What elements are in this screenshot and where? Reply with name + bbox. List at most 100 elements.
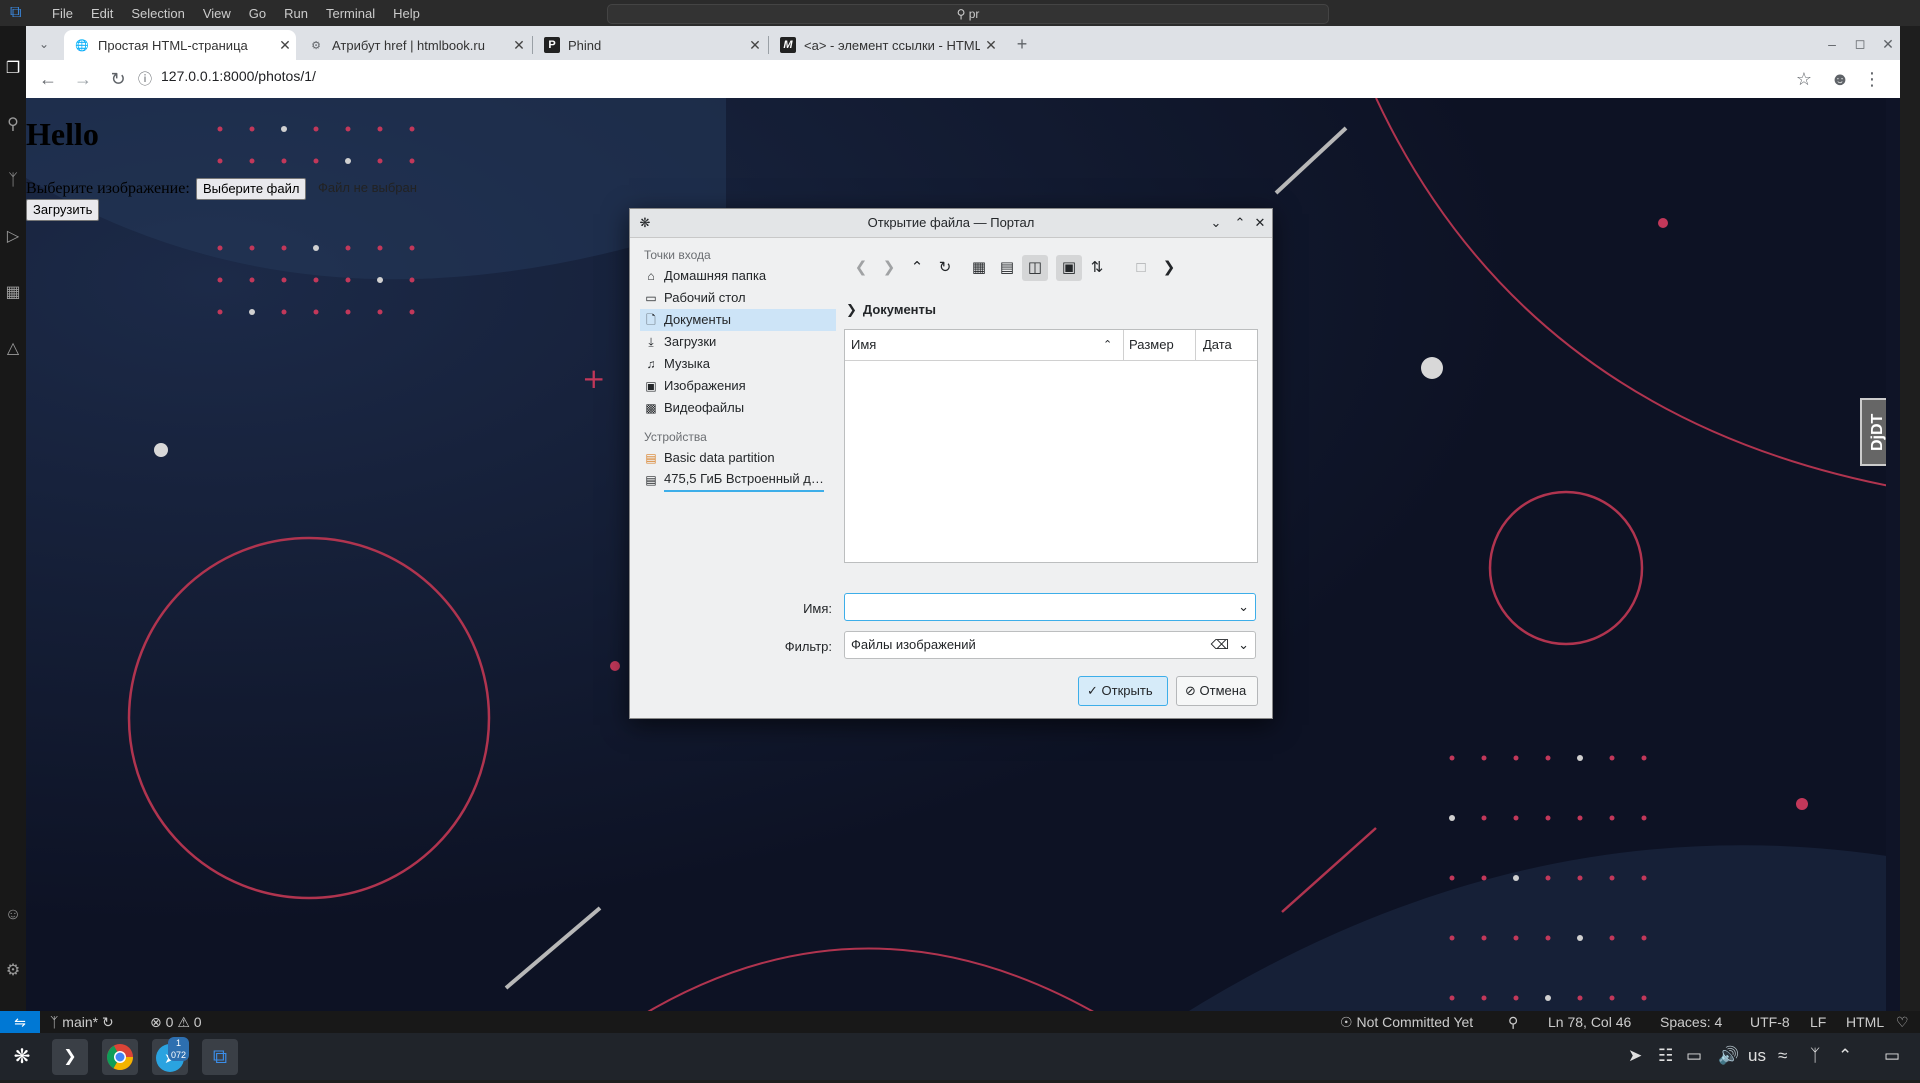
window-close-icon[interactable]: ✕ xyxy=(1876,32,1900,56)
parent-folder-icon[interactable]: ⌃ xyxy=(904,255,930,281)
profile-avatar-icon[interactable]: ☻ xyxy=(1828,67,1852,91)
compact-view-icon[interactable]: ▤ xyxy=(994,255,1020,281)
back-icon[interactable]: ❮ xyxy=(848,255,874,281)
close-icon[interactable]: ✕ xyxy=(274,37,296,54)
keyboard-layout[interactable]: us xyxy=(1748,1046,1766,1066)
wifi-icon[interactable]: ≈ xyxy=(1778,1046,1787,1066)
site-info-icon[interactable]: ⓘ xyxy=(133,67,157,91)
close-icon[interactable]: ✕ xyxy=(744,37,766,54)
preview-icon[interactable]: ▣ xyxy=(1056,255,1082,281)
extensions-icon[interactable]: ▦ xyxy=(4,284,22,302)
menu-help[interactable]: Help xyxy=(393,6,420,21)
place-pictures[interactable]: ▣ Изображения xyxy=(640,375,836,397)
column-date[interactable]: Дата xyxy=(1203,330,1232,360)
tab-href-htmlbook[interactable]: ⚙ Атрибут href | htmlbook.ru ✕ xyxy=(298,30,530,60)
testing-icon[interactable]: △ xyxy=(4,340,22,358)
indentation[interactable]: Spaces: 4 xyxy=(1660,1011,1722,1033)
branch-indicator[interactable]: ᛉ main* ↻ xyxy=(50,1011,114,1033)
page-scrollbar[interactable] xyxy=(1886,98,1900,1019)
menu-terminal[interactable]: Terminal xyxy=(326,6,375,21)
place-documents[interactable]: 🗋 Документы xyxy=(640,309,836,331)
chevron-down-icon[interactable]: ⌄ xyxy=(1238,632,1249,658)
language-mode[interactable]: HTML xyxy=(1846,1011,1884,1033)
telegram-app[interactable]: ➤ 1 072 xyxy=(152,1037,190,1075)
open-button[interactable]: ✓ Открыть xyxy=(1078,676,1168,706)
device-basic-data-partition[interactable]: ▤ Basic data partition xyxy=(640,447,836,469)
cancel-button[interactable]: ⊘ Отмена xyxy=(1176,676,1258,706)
vscode-command-center[interactable]: ⚲ pr xyxy=(607,4,1329,24)
close-icon[interactable]: ✕ xyxy=(508,37,530,54)
volume-icon[interactable]: 🔊 xyxy=(1718,1046,1739,1066)
menu-edit[interactable]: Edit xyxy=(91,6,113,21)
dialog-close-icon[interactable]: ✕ xyxy=(1251,214,1269,232)
filter-combobox[interactable]: Файлы изображений ⌫ ⌄ xyxy=(844,631,1256,659)
git-blame-status[interactable]: ☉ Not Committed Yet xyxy=(1340,1011,1473,1033)
sort-icon[interactable]: ⇅ xyxy=(1084,255,1110,281)
zoom-icon[interactable]: ⚲ xyxy=(1508,1011,1518,1033)
settings-gear-icon[interactable]: ⚙ xyxy=(4,962,22,980)
tab-mdn-a-element[interactable]: M <a> - элемент ссылки - HTML ✕ xyxy=(770,30,1002,60)
terminal-icon[interactable]: ❯ xyxy=(52,1039,88,1075)
file-list[interactable]: Имя ⌃ Размер Дата xyxy=(844,329,1258,563)
maximize-icon[interactable]: ◻ xyxy=(1848,32,1872,56)
menu-file[interactable]: File xyxy=(52,6,73,21)
notifications-bell-icon[interactable]: ♡ xyxy=(1896,1011,1909,1033)
upload-button[interactable]: Загрузить xyxy=(26,199,100,221)
tab-search-icon[interactable]: ⌄ xyxy=(32,32,56,56)
breadcrumb[interactable]: ❯ Документы xyxy=(846,302,936,318)
minimize-icon[interactable]: – xyxy=(1820,32,1844,56)
reload-icon[interactable]: ↻ xyxy=(106,67,130,91)
menu-view[interactable]: View xyxy=(203,6,231,21)
vscode-app-icon[interactable]: ⧉ xyxy=(202,1039,238,1075)
place-videos[interactable]: ▩ Видеофайлы xyxy=(640,397,836,419)
name-input[interactable]: ⌄ xyxy=(844,593,1256,621)
line-ending[interactable]: LF xyxy=(1810,1011,1826,1033)
more-options-icon[interactable]: ❯ xyxy=(1156,255,1182,281)
place-home[interactable]: ⌂ Домашняя папка xyxy=(640,265,836,287)
tab-phind[interactable]: P Phind ✕ xyxy=(534,30,766,60)
menu-run[interactable]: Run xyxy=(284,6,308,21)
choose-file-button[interactable]: Выберите файл xyxy=(196,178,307,200)
reload-icon[interactable]: ↻ xyxy=(932,255,958,281)
run-debug-icon[interactable]: ▷ xyxy=(4,228,22,246)
chrome-app[interactable] xyxy=(102,1039,138,1075)
place-downloads[interactable]: ⤓ Загрузки xyxy=(640,331,836,353)
close-icon[interactable]: ✕ xyxy=(980,37,1002,54)
show-desktop-icon[interactable]: ▭ xyxy=(1884,1046,1900,1066)
bluetooth-icon[interactable]: ᛉ xyxy=(1810,1046,1820,1066)
bookmark-star-icon[interactable]: ☆ xyxy=(1792,67,1816,91)
telegram-tray-icon[interactable]: ➤ xyxy=(1628,1046,1642,1066)
zoom-icon[interactable]: □ xyxy=(1128,255,1154,281)
menu-go[interactable]: Go xyxy=(249,6,266,21)
account-icon[interactable]: ☺ xyxy=(4,906,22,924)
column-size[interactable]: Размер xyxy=(1129,330,1174,360)
search-icon[interactable]: ⚲ xyxy=(4,116,22,134)
address-bar[interactable]: 127.0.0.1:8000/photos/1/ xyxy=(161,68,316,84)
sort-ascending-icon[interactable]: ⌃ xyxy=(1103,330,1112,360)
cursor-position[interactable]: Ln 78, Col 46 xyxy=(1548,1011,1631,1033)
problems-indicator[interactable]: ⊗ 0 ⚠ 0 xyxy=(150,1011,202,1033)
device-internal-drive[interactable]: ▤ 475,5 ГиБ Встроенный д… xyxy=(640,469,836,492)
source-control-icon[interactable]: ᛉ xyxy=(4,172,22,190)
tray-expand-icon[interactable]: ⌃ xyxy=(1838,1046,1852,1066)
dialog-maximize-icon[interactable]: ⌃ xyxy=(1231,214,1249,232)
new-tab-button[interactable]: + xyxy=(1010,32,1034,56)
place-desktop[interactable]: ▭ Рабочий стол xyxy=(640,287,836,309)
forward-icon[interactable]: ❯ xyxy=(876,255,902,281)
explorer-icon[interactable]: ❐ xyxy=(4,60,22,78)
back-icon[interactable]: ← xyxy=(36,67,60,91)
tab-simple-html-page[interactable]: 🌐 Простая HTML-страница ✕ xyxy=(64,30,296,60)
app-launcher-icon[interactable]: ❋ xyxy=(4,1039,40,1075)
remote-indicator-icon[interactable]: ⇋ xyxy=(0,1011,40,1033)
column-name[interactable]: Имя xyxy=(851,330,876,360)
battery-icon[interactable]: ▭ xyxy=(1686,1046,1702,1066)
tree-view-icon[interactable]: ◫ xyxy=(1022,255,1048,281)
menu-selection[interactable]: Selection xyxy=(131,6,184,21)
chevron-down-icon[interactable]: ⌄ xyxy=(1238,594,1249,620)
place-music[interactable]: ♫ Музыка xyxy=(640,353,836,375)
icon-view-icon[interactable]: ▦ xyxy=(966,255,992,281)
clipboard-icon[interactable]: ☷ xyxy=(1658,1046,1673,1066)
dialog-minimize-icon[interactable]: ⌄ xyxy=(1207,214,1225,232)
clear-text-icon[interactable]: ⌫ xyxy=(1211,632,1229,658)
browser-menu-icon[interactable]: ⋮ xyxy=(1860,67,1884,91)
